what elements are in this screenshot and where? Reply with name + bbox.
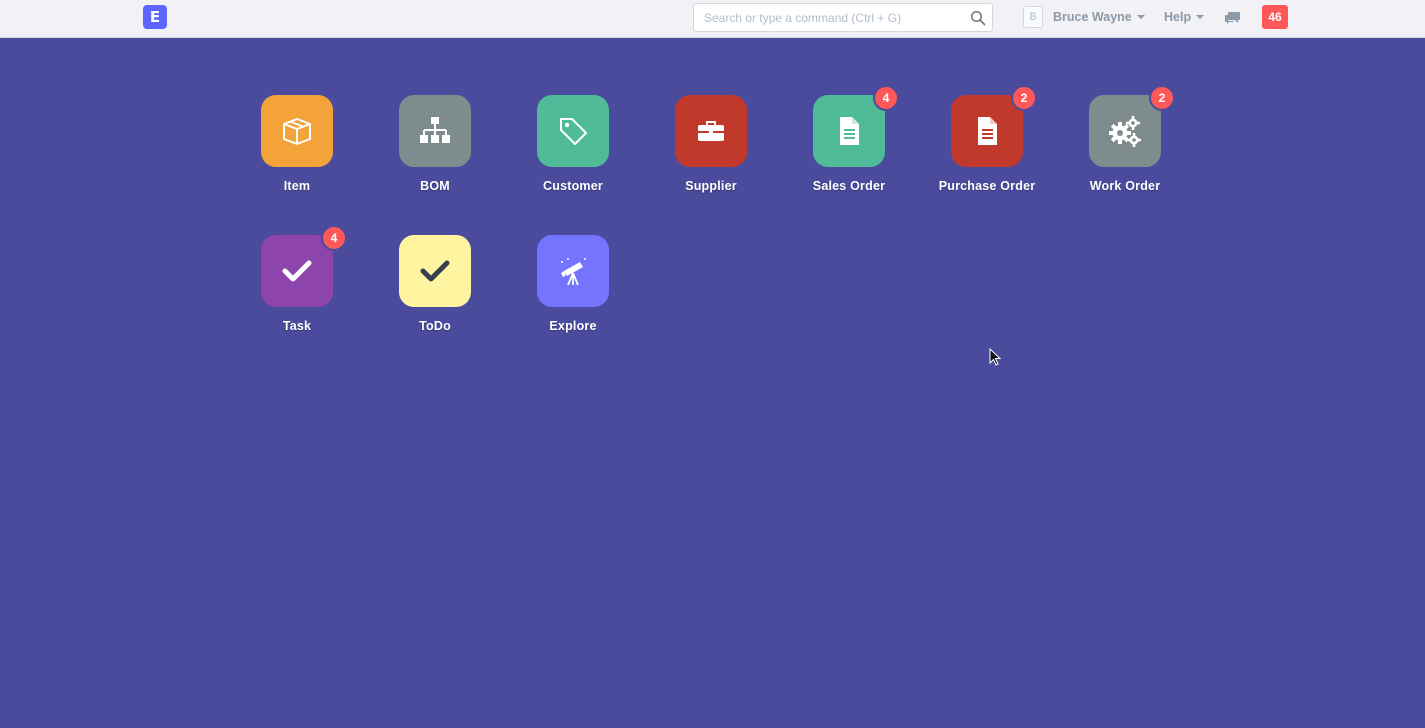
module-badge: 4 bbox=[321, 225, 347, 251]
module-label: Sales Order bbox=[812, 179, 886, 193]
module-label: BOM bbox=[420, 179, 450, 193]
sitemap-icon bbox=[420, 117, 450, 143]
tag-icon bbox=[560, 118, 587, 145]
search-input[interactable] bbox=[694, 4, 964, 31]
briefcase-icon bbox=[698, 121, 724, 141]
chevron-down-icon bbox=[1136, 15, 1145, 19]
search-icon[interactable] bbox=[970, 10, 986, 26]
file-text-icon bbox=[978, 117, 997, 145]
module-label: Work Order bbox=[1089, 179, 1161, 193]
module-label: Item bbox=[283, 179, 311, 193]
app-logo[interactable]: E bbox=[143, 5, 167, 29]
check-icon bbox=[282, 260, 312, 282]
module-tile[interactable] bbox=[399, 95, 471, 167]
chat-icon[interactable] bbox=[1225, 10, 1241, 24]
check-icon bbox=[420, 260, 450, 282]
module-tile[interactable] bbox=[1089, 95, 1161, 167]
module-tile[interactable] bbox=[951, 95, 1023, 167]
user-menu[interactable]: Bruce Wayne bbox=[1053, 10, 1145, 24]
module-label: ToDo bbox=[419, 319, 451, 333]
module-badge: 2 bbox=[1011, 85, 1037, 111]
gears-icon bbox=[1109, 116, 1141, 147]
module-label: Task bbox=[282, 319, 312, 333]
module-label: Explore bbox=[549, 319, 597, 333]
chevron-down-icon bbox=[1196, 15, 1205, 19]
module-label: Supplier bbox=[685, 179, 737, 193]
search-bar bbox=[693, 3, 993, 32]
navbar: E B Bruce Wayne Help 46 bbox=[0, 0, 1425, 38]
module-tile[interactable] bbox=[261, 235, 333, 307]
help-label: Help bbox=[1164, 10, 1192, 24]
module-tile[interactable] bbox=[261, 95, 333, 167]
module-tile[interactable] bbox=[675, 95, 747, 167]
file-text-icon bbox=[840, 117, 859, 145]
module-badge: 4 bbox=[873, 85, 899, 111]
module-tile[interactable] bbox=[537, 235, 609, 307]
module-label: Purchase Order bbox=[938, 179, 1036, 193]
module-tile[interactable] bbox=[537, 95, 609, 167]
module-badge: 2 bbox=[1149, 85, 1175, 111]
notification-badge[interactable]: 46 bbox=[1262, 5, 1288, 29]
module-tile[interactable] bbox=[813, 95, 885, 167]
module-tile[interactable] bbox=[399, 235, 471, 307]
mouse-cursor-icon bbox=[989, 348, 1001, 366]
telescope-icon bbox=[561, 258, 586, 286]
avatar[interactable]: B bbox=[1023, 6, 1043, 28]
user-name: Bruce Wayne bbox=[1053, 10, 1132, 24]
module-label: Customer bbox=[543, 179, 603, 193]
help-menu[interactable]: Help bbox=[1164, 10, 1205, 24]
box-icon bbox=[283, 118, 311, 145]
